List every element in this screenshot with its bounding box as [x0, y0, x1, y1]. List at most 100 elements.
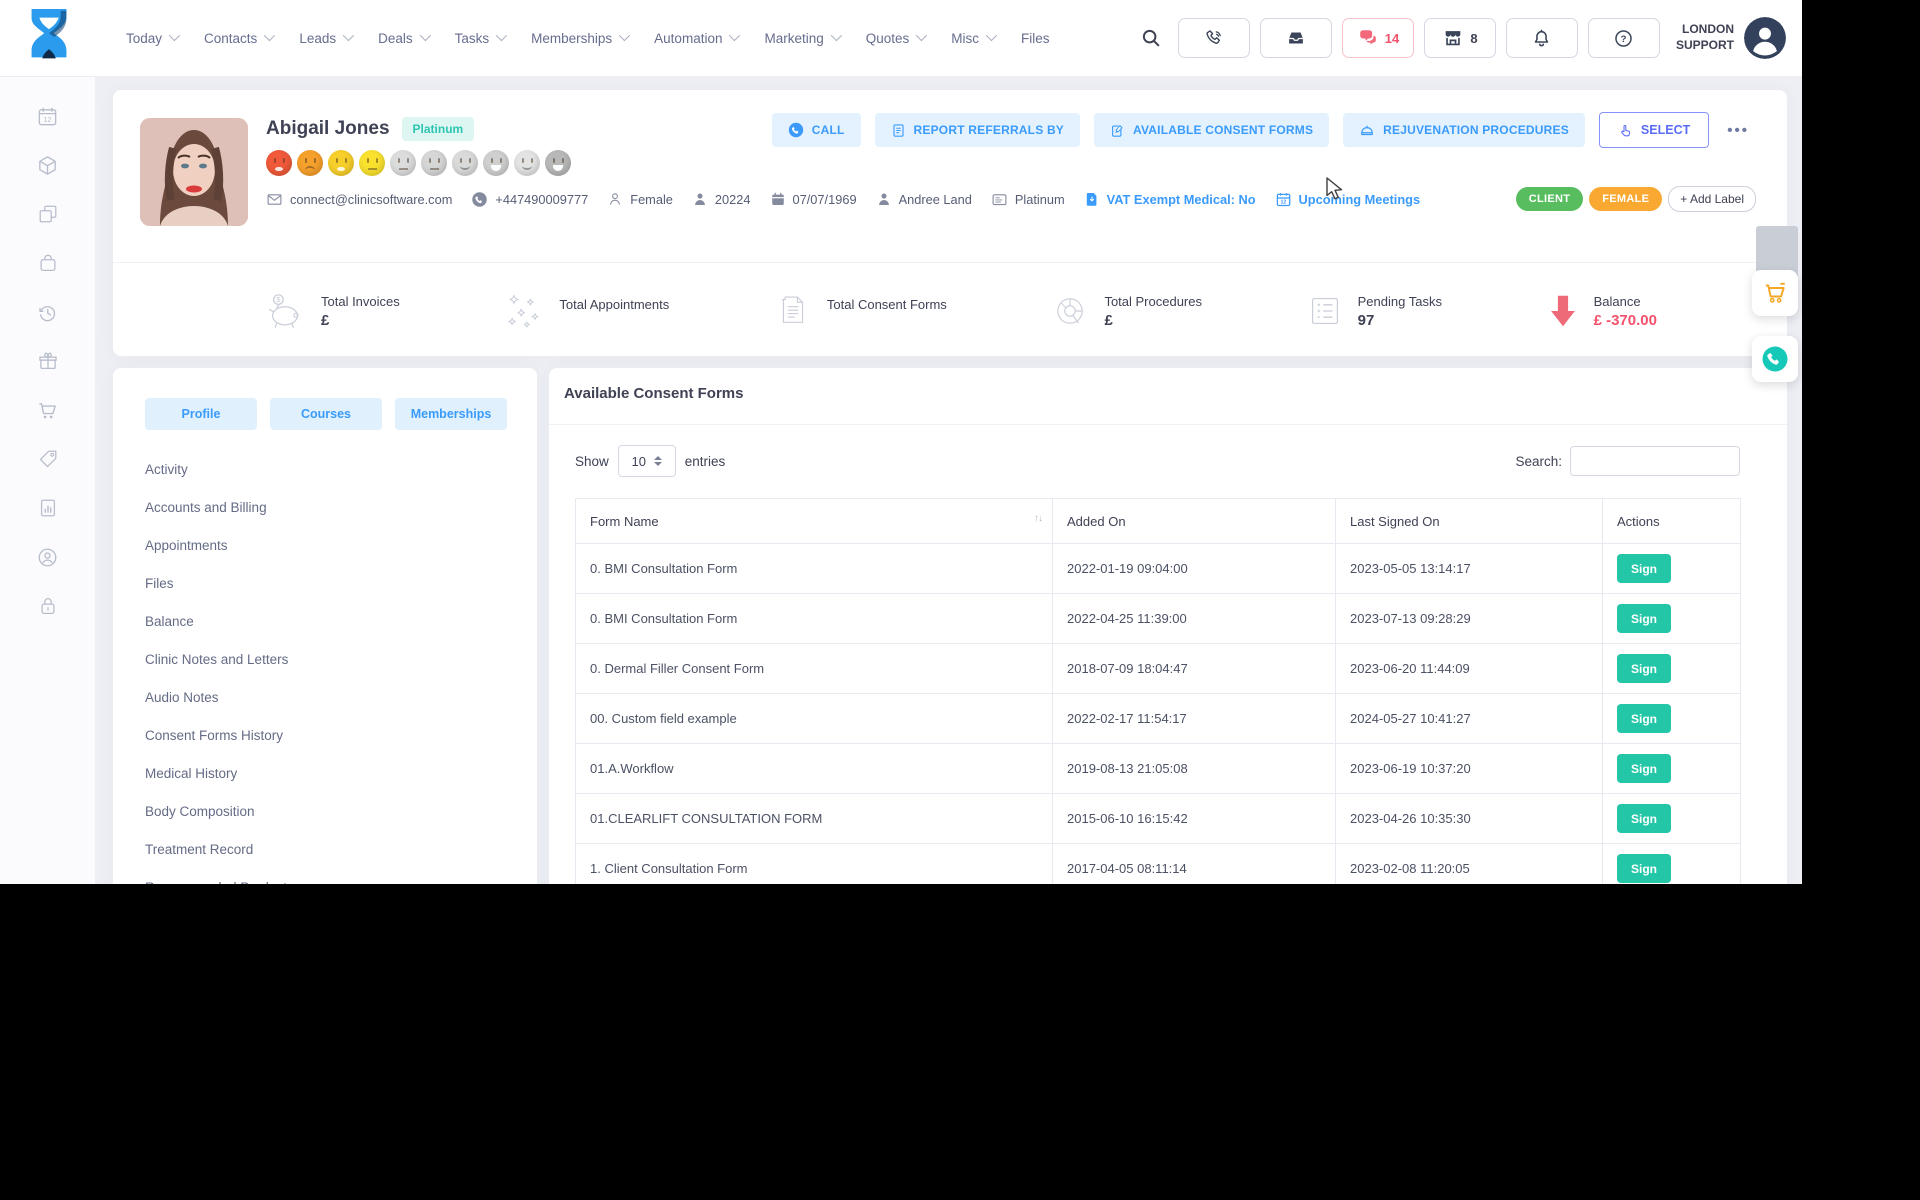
tab-courses[interactable]: Courses: [270, 398, 382, 430]
cell-form-name: 0. BMI Consultation Form: [576, 594, 1053, 644]
more-options-button[interactable]: •••: [1723, 118, 1753, 143]
nav-item[interactable]: Marketing: [764, 31, 838, 46]
cell-added-on: 2022-01-19 09:04:00: [1053, 544, 1336, 594]
add-label-button[interactable]: + Add Label: [1668, 186, 1756, 212]
user-avatar[interactable]: [1744, 17, 1786, 59]
phone-call-icon: [1204, 28, 1224, 48]
mood-face-icon[interactable]: [390, 150, 416, 176]
table-search-input[interactable]: [1570, 446, 1740, 476]
help-button[interactable]: ?: [1588, 18, 1660, 58]
lock-icon[interactable]: [30, 594, 66, 618]
profile-menu-item[interactable]: Appointments: [145, 526, 517, 564]
mood-face-icon[interactable]: [514, 150, 540, 176]
profile-menu-item[interactable]: Files: [145, 564, 517, 602]
chat-button[interactable]: 14: [1342, 18, 1414, 58]
account-name: LONDON SUPPORT: [1676, 22, 1734, 53]
sign-button[interactable]: Sign: [1617, 804, 1671, 833]
nav-item[interactable]: Contacts: [204, 31, 272, 46]
search-icon[interactable]: [1134, 21, 1168, 55]
contact-link[interactable]: 12 Upcoming Meetings: [1275, 191, 1421, 208]
mood-face-icon[interactable]: [421, 150, 447, 176]
mood-face-icon[interactable]: [297, 150, 323, 176]
nav-item[interactable]: Quotes: [866, 31, 925, 46]
nav-item[interactable]: Deals: [378, 31, 428, 46]
sign-button[interactable]: Sign: [1617, 604, 1671, 633]
phone-icon: [471, 191, 488, 208]
client-action-button[interactable]: REPORT REFERRALS BY: [875, 113, 1080, 147]
whatsapp-float-button[interactable]: [1752, 336, 1798, 382]
profile-menu-item[interactable]: Balance: [145, 602, 517, 640]
tab-memberships[interactable]: Memberships: [395, 398, 507, 430]
cart-icon[interactable]: [30, 398, 66, 422]
profile-menu-item[interactable]: Consent Forms History: [145, 716, 517, 754]
bag-icon[interactable]: [30, 251, 66, 275]
col-actions: Actions: [1603, 499, 1741, 544]
calendar-icon[interactable]: 12: [30, 104, 66, 128]
mood-rating-scale: [266, 150, 571, 176]
history-icon[interactable]: [30, 300, 66, 324]
client-action-button[interactable]: CALL: [772, 113, 861, 147]
table-row: 00. Custom field example 2022-02-17 11:5…: [576, 694, 1741, 744]
entries-label: entries: [685, 454, 726, 469]
stat-item: $ Total Invoices £: [263, 291, 400, 331]
profile-menu-item[interactable]: Audio Notes: [145, 678, 517, 716]
tab-profile[interactable]: Profile: [145, 398, 257, 430]
nav-item[interactable]: Memberships: [531, 31, 627, 46]
profile-menu-item[interactable]: Body Composition: [145, 792, 517, 830]
cell-added-on: 2022-02-17 11:54:17: [1053, 694, 1336, 744]
profile-menu-item[interactable]: Recommended Products: [145, 868, 517, 884]
nav-item[interactable]: Leads: [299, 31, 351, 46]
report-chart-icon[interactable]: [30, 496, 66, 520]
nav-item-label: Quotes: [866, 31, 910, 46]
profile-menu-item[interactable]: Accounts and Billing: [145, 488, 517, 526]
copy-icon[interactable]: [30, 202, 66, 226]
nav-item[interactable]: Tasks: [455, 31, 505, 46]
profile-menu-item[interactable]: Clinic Notes and Letters: [145, 640, 517, 678]
store-icon: [1442, 27, 1464, 49]
store-button[interactable]: 8: [1424, 18, 1496, 58]
mood-face-icon[interactable]: [545, 150, 571, 176]
dialer-button[interactable]: [1178, 18, 1250, 58]
nav-item[interactable]: Automation: [654, 31, 737, 46]
inbox-button[interactable]: [1260, 18, 1332, 58]
nav-item[interactable]: Misc: [951, 31, 994, 46]
clinicsoftware-logo-icon[interactable]: [26, 7, 72, 69]
client-label-pill[interactable]: CLIENT: [1516, 187, 1584, 211]
col-last-signed-on[interactable]: Last Signed On: [1336, 499, 1603, 544]
page-size-select[interactable]: 10: [618, 445, 676, 477]
sign-button[interactable]: Sign: [1617, 754, 1671, 783]
price-tag-icon[interactable]: [30, 447, 66, 471]
mood-face-icon[interactable]: [328, 150, 354, 176]
client-action-row: CALL REPORT REFERRALS BY AVAILABLE CONSE…: [772, 112, 1753, 148]
gift-icon[interactable]: [30, 349, 66, 373]
contact-link[interactable]: VAT Exempt Medical: No: [1084, 191, 1256, 207]
mood-face-icon[interactable]: [266, 150, 292, 176]
client-label-pill[interactable]: FEMALE: [1589, 187, 1662, 211]
cell-actions: Sign: [1603, 844, 1741, 885]
profile-menu-item[interactable]: Medical History: [145, 754, 517, 792]
profile-menu-item[interactable]: Treatment Record: [145, 830, 517, 868]
consent-form-icon: [773, 291, 813, 331]
sign-button[interactable]: Sign: [1617, 554, 1671, 583]
stat-value: [559, 315, 669, 325]
nav-item[interactable]: Files: [1021, 31, 1050, 46]
mood-face-icon[interactable]: [359, 150, 385, 176]
select-button[interactable]: SELECT: [1599, 112, 1709, 148]
sort-icon[interactable]: ↑↓: [1034, 513, 1042, 524]
support-icon[interactable]: [30, 545, 66, 569]
nav-item[interactable]: Today: [126, 31, 177, 46]
client-action-button[interactable]: REJUVENATION PROCEDURES: [1343, 113, 1585, 147]
meetings-calendar-icon: 12: [1275, 191, 1292, 208]
sign-button[interactable]: Sign: [1617, 704, 1671, 733]
mood-face-icon[interactable]: [452, 150, 478, 176]
col-form-name[interactable]: Form Name ↑↓: [576, 499, 1053, 544]
package-icon[interactable]: [30, 153, 66, 177]
notifications-button[interactable]: [1506, 18, 1578, 58]
cart-float-button[interactable]: [1752, 270, 1798, 316]
sign-button[interactable]: Sign: [1617, 854, 1671, 883]
sign-button[interactable]: Sign: [1617, 654, 1671, 683]
mood-face-icon[interactable]: [483, 150, 509, 176]
profile-menu-item[interactable]: Activity: [145, 450, 517, 488]
client-action-button[interactable]: AVAILABLE CONSENT FORMS: [1094, 113, 1329, 147]
col-added-on[interactable]: Added On: [1053, 499, 1336, 544]
